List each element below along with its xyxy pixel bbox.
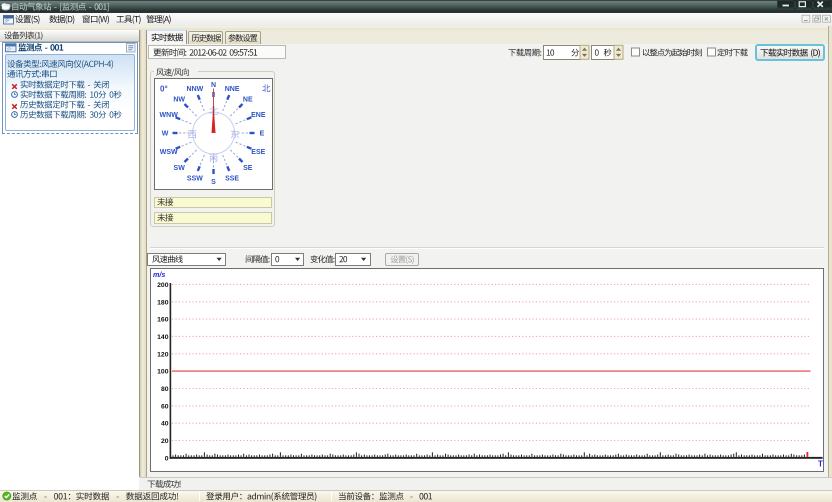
svg-text:NNW: NNW — [187, 86, 204, 93]
svg-text:40: 40 — [161, 421, 169, 428]
svg-text:N: N — [211, 82, 216, 89]
svg-text:SW: SW — [174, 165, 186, 172]
svg-text:200: 200 — [157, 282, 169, 289]
svg-text:SSW: SSW — [187, 175, 203, 182]
svg-text:0°: 0° — [160, 85, 168, 94]
svg-text:WSW: WSW — [160, 149, 178, 156]
svg-text:m/s: m/s — [153, 270, 165, 279]
svg-text:W: W — [162, 131, 169, 138]
svg-text:100: 100 — [157, 369, 169, 376]
svg-text:140: 140 — [157, 334, 169, 341]
svg-text:20: 20 — [161, 438, 169, 445]
svg-text:NW: NW — [173, 96, 185, 103]
svg-text:SE: SE — [243, 165, 253, 172]
svg-text:ESE: ESE — [251, 149, 265, 156]
svg-text:SSE: SSE — [225, 175, 239, 182]
svg-text:0: 0 — [165, 455, 169, 462]
svg-text:80: 80 — [161, 386, 169, 393]
svg-text:WNW: WNW — [160, 112, 179, 119]
svg-text:ENE: ENE — [251, 112, 266, 119]
svg-text:S: S — [211, 179, 216, 186]
svg-text:160: 160 — [157, 317, 169, 324]
svg-text:60: 60 — [161, 403, 169, 410]
svg-text:NNE: NNE — [225, 86, 240, 93]
svg-text:T: T — [818, 460, 823, 469]
svg-text:180: 180 — [157, 299, 169, 306]
svg-text:E: E — [260, 131, 265, 138]
svg-text:120: 120 — [157, 351, 169, 358]
svg-text:NE: NE — [243, 96, 253, 103]
